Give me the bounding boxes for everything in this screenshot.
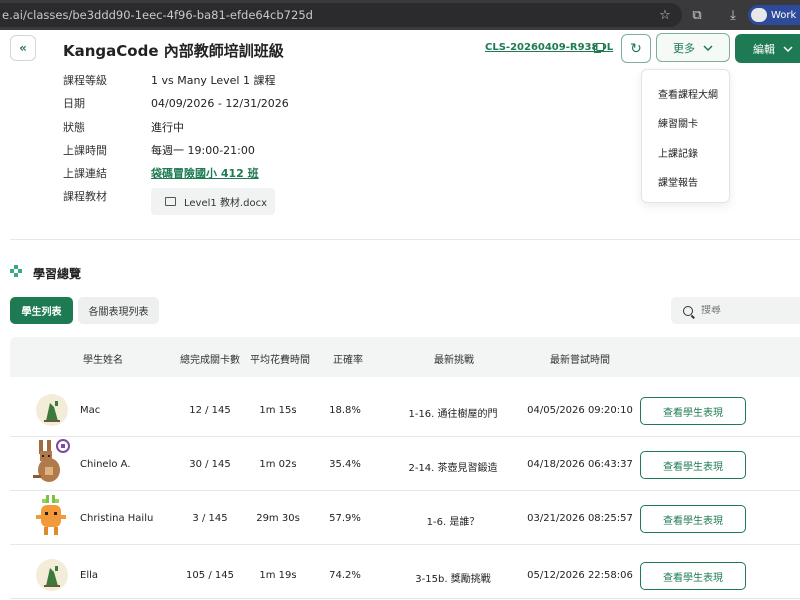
accuracy: 74.2%	[329, 570, 361, 581]
class-detail-page: « KangaCode 內部教師培訓班級 CLS-20260409-R938DL…	[0, 30, 800, 600]
completed-count: 3 / 145	[192, 513, 228, 524]
edit-label: 編輯	[753, 42, 775, 56]
profile-button[interactable]: Work	[748, 5, 800, 25]
green-plant-avatar	[36, 394, 68, 426]
profile-label: Work	[771, 9, 797, 21]
status-value: 進行中	[151, 121, 184, 134]
green-plant-avatar	[36, 559, 68, 591]
completed-count: 105 / 145	[186, 570, 234, 581]
column-header: 平均花費時間	[250, 355, 310, 366]
chevron-down-icon	[783, 45, 793, 52]
student-name: Christina Hailu	[80, 513, 154, 524]
menu-item-practice[interactable]: 練習關卡	[658, 115, 698, 130]
tab-level-list[interactable]: 各關表現列表	[78, 297, 159, 324]
more-button[interactable]: 更多	[656, 33, 730, 62]
column-header: 正確率	[333, 355, 363, 366]
average-time: 1m 02s	[259, 459, 297, 470]
table-row: Ella 105 / 145 1m 19s 74.2% 3-15b. 獎勵挑戰 …	[10, 545, 800, 599]
edit-button[interactable]: 編輯	[735, 34, 800, 63]
view-student-button[interactable]: 查看學生表現	[640, 562, 746, 590]
back-button[interactable]: «	[10, 35, 36, 61]
info-value: 1 vs Many Level 1 課程	[151, 74, 276, 87]
tab-student-list[interactable]: 學生列表	[10, 297, 73, 324]
table-row: Mac 12 / 145 1m 15s 18.8% 1-16. 通往樹屋的門 0…	[10, 383, 800, 437]
table-row: Chinelo A. 30 / 145 1m 02s 35.4% 2-14. 茶…	[10, 437, 800, 491]
refresh-button[interactable]: ↻	[621, 34, 651, 63]
info-label: 課程教材	[63, 190, 107, 203]
extensions-icon[interactable]: ⧉	[689, 7, 705, 23]
menu-item-records[interactable]: 上課記錄	[658, 145, 698, 160]
search-input[interactable]	[701, 305, 791, 316]
carrot-avatar	[36, 495, 66, 535]
material-file-name: Level1 教材.docx	[184, 198, 267, 209]
last-attempt-time: 04/18/2026 06:43:37	[527, 459, 633, 470]
table-row: Christina Hailu 3 / 145 29m 30s 57.9% 1-…	[10, 491, 800, 545]
kangaroo-avatar	[33, 439, 70, 482]
view-student-button[interactable]: 查看學生表現	[640, 397, 746, 425]
page-title: KangaCode 內部教師培訓班級	[63, 42, 284, 60]
view-student-button[interactable]: 查看學生表現	[640, 451, 746, 479]
overview-icon	[10, 265, 23, 278]
divider	[10, 239, 800, 240]
search-box[interactable]	[671, 297, 800, 324]
download-icon[interactable]: ⤓	[725, 7, 741, 23]
latest-challenge: 2-14. 茶壺見習鍛造	[408, 463, 498, 474]
column-header: 最新嘗試時間	[550, 355, 610, 366]
refresh-icon: ↻	[630, 40, 642, 57]
last-attempt-time: 05/12/2026 22:58:06	[527, 570, 633, 581]
more-dropdown-menu: 查看課程大綱 練習關卡 上課記錄 課堂報告	[641, 69, 730, 203]
view-student-button[interactable]: 查看學生表現	[640, 505, 746, 533]
menu-item-report[interactable]: 課堂報告	[658, 174, 698, 189]
url-text: e.ai/classes/be3ddd90-1eec-4f96-ba81-efd…	[2, 8, 313, 22]
student-name: Chinelo A.	[80, 459, 131, 470]
accuracy: 35.4%	[329, 459, 361, 470]
info-label: 上課時間	[63, 144, 107, 157]
profile-avatar	[751, 8, 767, 22]
address-bar[interactable]: e.ai/classes/be3ddd90-1eec-4f96-ba81-efd…	[0, 3, 682, 27]
info-value: 每週一 19:00-21:00	[151, 144, 255, 157]
column-header: 總完成關卡數	[180, 355, 240, 366]
student-name: Ella	[80, 570, 99, 581]
average-time: 29m 30s	[256, 513, 300, 524]
file-icon	[165, 197, 176, 206]
student-name: Mac	[80, 405, 101, 416]
section-title: 學習總覽	[33, 267, 82, 281]
material-file-chip[interactable]: Level1 教材.docx	[151, 188, 275, 215]
latest-challenge: 1-16. 通往樹屋的門	[408, 409, 498, 420]
info-value: 04/09/2026 - 12/31/2026	[151, 96, 289, 110]
completed-count: 30 / 145	[189, 459, 231, 470]
double-chevron-left-icon: «	[19, 41, 27, 55]
latest-challenge: 3-15b. 獎勵挑戰	[415, 574, 491, 585]
class-link[interactable]: 袋碼冒險國小 412 班	[151, 165, 259, 181]
average-time: 1m 15s	[259, 405, 297, 416]
info-label: 上課連結	[63, 167, 107, 180]
copy-icon[interactable]	[594, 43, 604, 53]
menu-item-syllabus[interactable]: 查看課程大綱	[658, 86, 718, 101]
accuracy: 57.9%	[329, 513, 361, 524]
more-label: 更多	[673, 41, 695, 55]
browser-toolbar: e.ai/classes/be3ddd90-1eec-4f96-ba81-efd…	[0, 0, 800, 30]
column-header: 學生姓名	[83, 355, 123, 366]
bookmark-star-icon[interactable]: ☆	[657, 7, 673, 23]
column-header: 最新挑戰	[434, 355, 474, 366]
search-icon	[683, 305, 693, 316]
last-attempt-time: 04/05/2026 09:20:10	[527, 405, 633, 416]
info-label: 日期	[63, 97, 85, 110]
accuracy: 18.8%	[329, 405, 361, 416]
info-label: 課程等級	[63, 74, 107, 87]
average-time: 1m 19s	[259, 570, 297, 581]
completed-count: 12 / 145	[189, 405, 231, 416]
info-label: 狀態	[63, 121, 85, 134]
last-attempt-time: 03/21/2026 08:25:57	[527, 513, 633, 524]
table-header: 學生姓名 總完成關卡數 平均花費時間 正確率 最新挑戰 最新嘗試時間	[10, 337, 800, 377]
chevron-down-icon	[703, 44, 713, 51]
latest-challenge: 1-6. 是誰？	[426, 517, 480, 528]
